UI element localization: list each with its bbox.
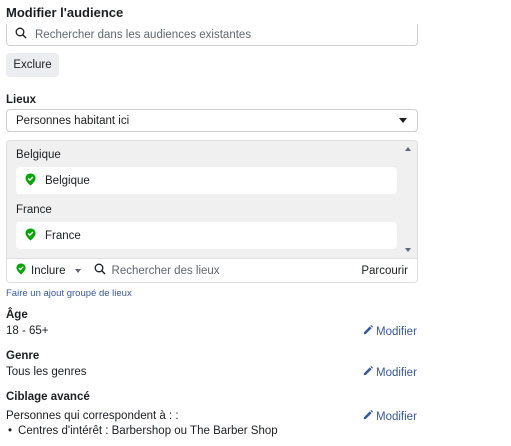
bulk-add-locations-link[interactable]: Faire un ajout groupé de lieux — [6, 288, 132, 299]
browse-button[interactable]: Parcourir — [361, 265, 408, 277]
pencil-icon — [363, 366, 373, 379]
location-chip-france[interactable]: France — [16, 222, 397, 249]
edit-age-button[interactable]: Modifier — [363, 325, 417, 338]
country-group-label: France — [16, 204, 52, 216]
selected-locations-panel: Belgique Belgique France France — [6, 140, 418, 258]
audience-search-placeholder: Rechercher dans les audiences existantes — [35, 28, 252, 41]
location-chip-label: Belgique — [45, 174, 90, 187]
targeting-match-text: Personnes qui correspondent à : : — [6, 410, 179, 422]
edit-gender-label: Modifier — [376, 366, 417, 379]
location-pin-icon — [25, 228, 36, 244]
caret-down-icon — [74, 268, 81, 273]
include-dropdown[interactable]: Inclure — [16, 263, 81, 278]
location-chip-belgique[interactable]: Belgique — [16, 167, 397, 194]
page-title: Modifier l'audience — [6, 5, 124, 20]
include-label: Inclure — [31, 264, 66, 277]
pencil-icon — [363, 325, 373, 338]
exclude-button[interactable]: Exclure — [6, 53, 59, 77]
scroll-down-icon[interactable] — [405, 248, 411, 252]
location-chip-label: France — [45, 229, 81, 242]
interest-list-item: • Centres d'intérêt : Barbershop ou The … — [8, 425, 278, 437]
gender-value: Tous les genres — [6, 366, 87, 378]
edit-targeting-button[interactable]: Modifier — [363, 410, 417, 423]
pencil-icon — [363, 410, 373, 423]
audience-search-input[interactable]: Rechercher dans les audiences existantes — [6, 24, 418, 46]
edit-age-label: Modifier — [376, 325, 417, 338]
edit-gender-button[interactable]: Modifier — [363, 366, 417, 379]
bullet: • — [8, 425, 13, 437]
location-pin-icon — [25, 173, 36, 189]
advanced-targeting-label: Ciblage avancé — [6, 391, 90, 403]
location-type-value: Personnes habitant ici — [16, 114, 130, 127]
interest-text: Centres d'intérêt : Barbershop ou The Ba… — [18, 425, 278, 437]
search-icon — [15, 27, 27, 42]
location-search-bar: Inclure Rechercher des lieux Parcourir — [6, 258, 418, 283]
age-label: Âge — [6, 309, 28, 321]
location-pin-icon — [16, 263, 26, 278]
age-value: 18 - 65+ — [6, 325, 49, 337]
scroll-up-icon[interactable] — [405, 147, 411, 151]
location-search-input[interactable]: Rechercher des lieux — [94, 263, 220, 278]
location-search-placeholder: Rechercher des lieux — [111, 264, 220, 277]
edit-targeting-label: Modifier — [376, 410, 417, 423]
search-icon — [94, 263, 106, 278]
locations-label: Lieux — [6, 94, 37, 106]
country-group-label: Belgique — [16, 149, 61, 161]
location-type-dropdown[interactable]: Personnes habitant ici — [6, 109, 418, 132]
gender-label: Genre — [6, 350, 40, 362]
caret-down-icon — [399, 118, 407, 123]
